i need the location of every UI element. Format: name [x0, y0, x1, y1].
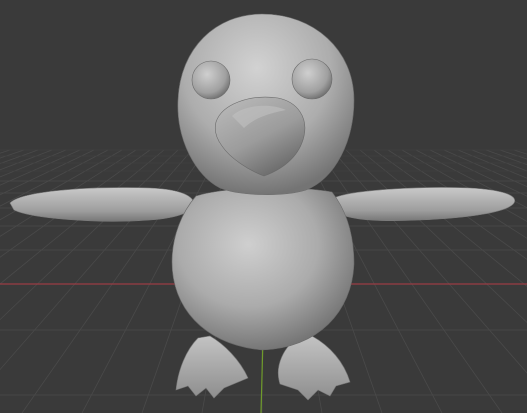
viewport-scene[interactable] — [0, 0, 527, 413]
left-eye[interactable] — [191, 60, 231, 100]
3d-viewport[interactable] — [0, 0, 527, 413]
grid-line — [0, 149, 11, 154]
penguin-model[interactable] — [9, 13, 515, 401]
grid-line — [0, 149, 67, 178]
body[interactable] — [171, 187, 355, 351]
grid-line — [0, 149, 53, 171]
right-wing[interactable] — [333, 187, 515, 222]
right-eye[interactable] — [291, 58, 333, 100]
